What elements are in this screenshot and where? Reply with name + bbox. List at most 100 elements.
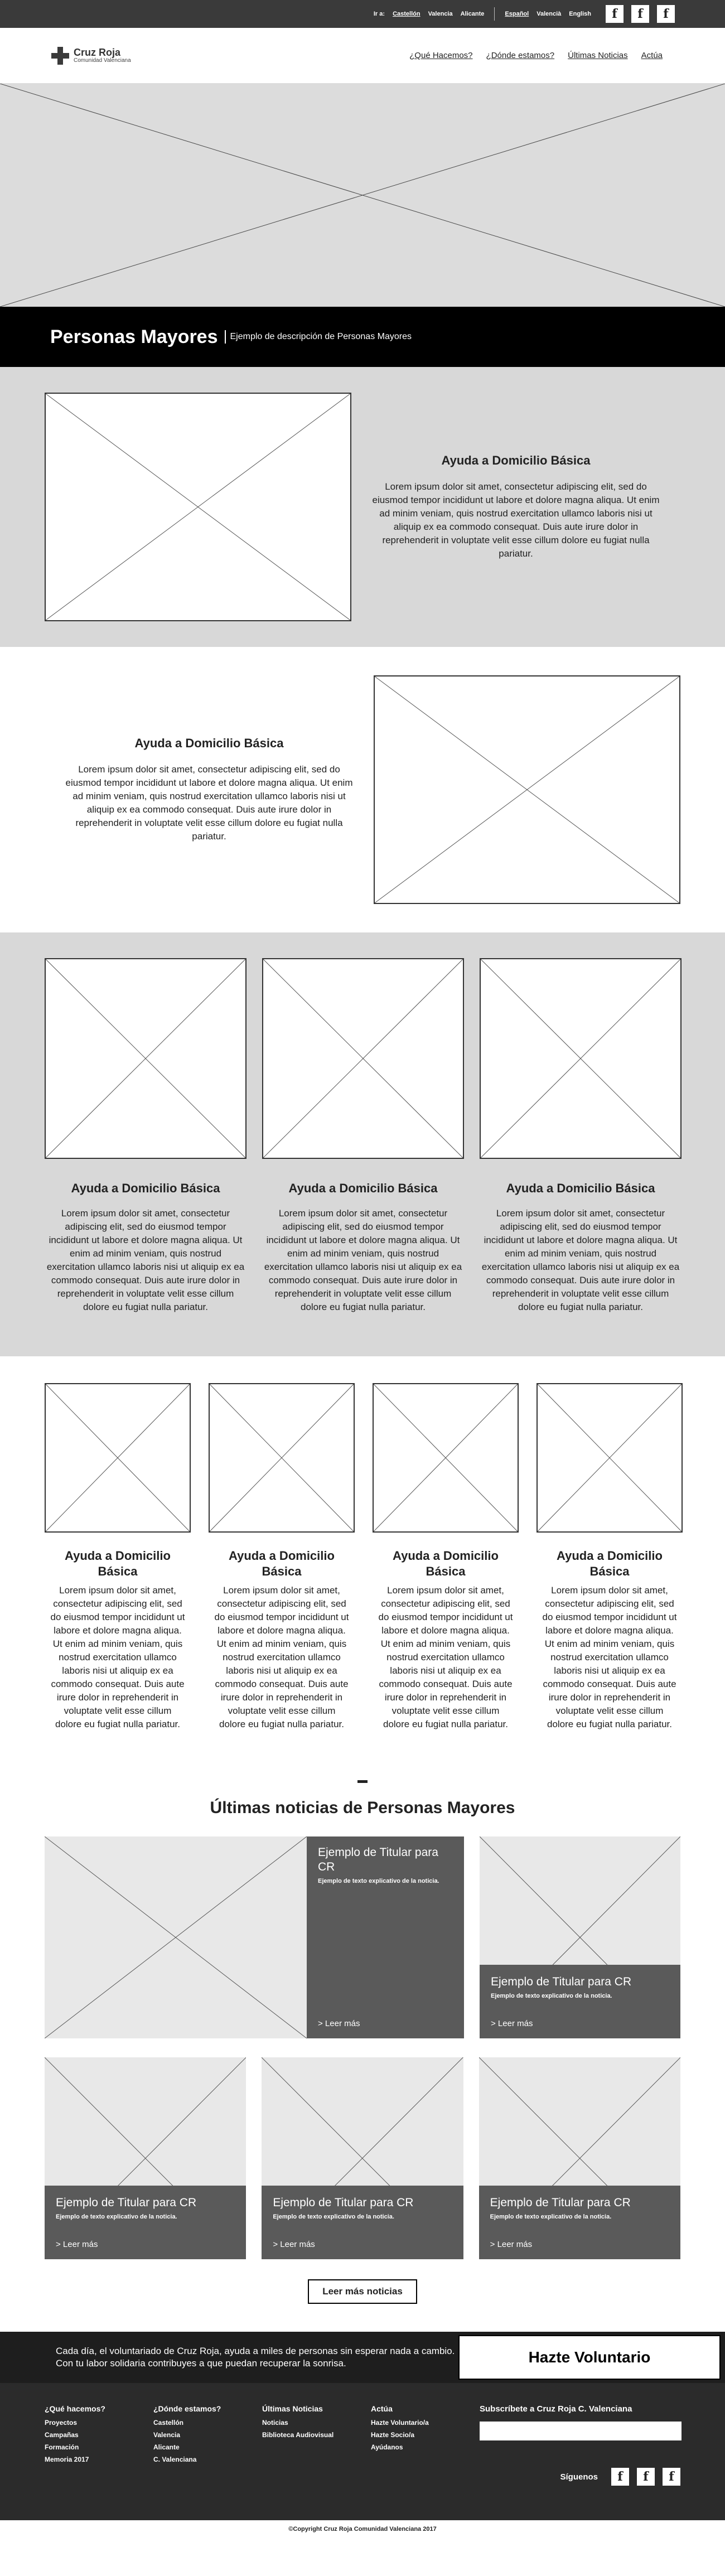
card-title: Ayuda a Domicilio Básica <box>393 1549 499 1578</box>
feature-title: Ayuda a Domicilio Básica <box>441 453 591 467</box>
feature-section-1: Ayuda a Domicilio Básica Lorem ipsum dol… <box>0 367 725 647</box>
footer-link[interactable]: Hazte Voluntario/a <box>371 2416 480 2429</box>
language-links: Español Valencià English <box>505 11 591 17</box>
footer-link[interactable]: C. Valenciana <box>153 2453 262 2466</box>
feature-image-placeholder <box>374 675 680 904</box>
site-logo[interactable]: Cruz Roja Comunidad Valenciana <box>51 46 131 65</box>
three-column-section: Ayuda a Domicilio Básica Lorem ipsum dol… <box>0 932 725 1356</box>
news-card[interactable]: Ejemplo de Titular para CR Ejemplo de te… <box>478 2057 680 2259</box>
news-card[interactable]: Ejemplo de Titular para CR Ejemplo de te… <box>262 2057 463 2259</box>
read-more-link[interactable]: > Leer más <box>56 2240 98 2249</box>
follow-us: Síguenos f f f <box>560 2468 680 2486</box>
footer-link[interactable]: Valencia <box>153 2429 262 2441</box>
feature-body: Lorem ipsum dolor sit amet, consectetur … <box>372 481 660 559</box>
feature-image-placeholder <box>45 393 351 621</box>
lang-link-en[interactable]: English <box>569 11 591 17</box>
news-section: Últimas noticias de Personas Mayores Eje… <box>0 1780 725 2332</box>
footer-link[interactable]: Alicante <box>153 2441 262 2453</box>
footer-column: ¿Qué hacemos? Proyectos Campañas Formaci… <box>45 2404 153 2466</box>
service-card: Ayuda a Domicilio Básica Lorem ipsum dol… <box>373 1383 519 1780</box>
footer-link[interactable]: Memoria 2017 <box>45 2453 153 2466</box>
footer-column: ¿Dónde estamos? Castellón Valencia Alica… <box>153 2404 262 2466</box>
page-description: Ejemplo de descripción de Personas Mayor… <box>230 332 412 341</box>
news-desc: Ejemplo de texto explicativo de la notic… <box>318 1878 439 1884</box>
footer-link[interactable]: Castellón <box>153 2416 262 2429</box>
city-link-valencia[interactable]: Valencia <box>428 11 453 17</box>
service-card: Ayuda a Domicilio Básica Lorem ipsum dol… <box>45 1383 191 1780</box>
footer-link[interactable]: Biblioteca Audiovisual <box>262 2429 371 2441</box>
lang-link-va[interactable]: Valencià <box>536 11 561 17</box>
facebook-icon[interactable]: f <box>663 2468 680 2486</box>
footer-link[interactable]: Noticias <box>262 2416 371 2429</box>
card-body: Lorem ipsum dolor sit amet, consectetur … <box>481 1208 680 1312</box>
city-link-castellon[interactable]: Castellón <box>393 11 420 17</box>
red-cross-icon <box>51 46 69 65</box>
news-card[interactable]: Ejemplo de Titular para CR Ejemplo de te… <box>480 1836 680 2038</box>
facebook-icon[interactable]: f <box>606 5 624 23</box>
card-title: Ayuda a Domicilio Básica <box>557 1549 663 1578</box>
news-desc: Ejemplo de texto explicativo de la notic… <box>491 1993 612 1999</box>
news-heading: Últimas noticias de Personas Mayores <box>210 1799 515 1817</box>
footer-link[interactable]: Formación <box>45 2441 153 2453</box>
footer-heading[interactable]: Actúa <box>371 2404 480 2413</box>
card-title: Ayuda a Domicilio Básica <box>506 1181 655 1195</box>
news-card[interactable]: Ejemplo de Titular para CR Ejemplo de te… <box>45 2057 246 2259</box>
facebook-icon[interactable]: f <box>657 5 675 23</box>
footer-heading[interactable]: Últimas Noticias <box>262 2404 371 2413</box>
news-featured-card[interactable]: Ejemplo de Titular para CR Ejemplo de te… <box>45 1836 464 2038</box>
card-image-placeholder <box>480 958 682 1159</box>
card-image-placeholder <box>262 958 464 1159</box>
logo-title: Cruz Roja <box>74 47 121 58</box>
footer-heading[interactable]: ¿Qué hacemos? <box>45 2404 153 2413</box>
subscribe-email-input[interactable] <box>480 2422 682 2440</box>
page-title-bar: Personas Mayores Ejemplo de descripción … <box>0 307 725 367</box>
more-news-button[interactable]: Leer más noticias <box>308 2279 417 2304</box>
facebook-icon[interactable]: f <box>611 2468 629 2486</box>
footer-link[interactable]: Proyectos <box>45 2416 153 2429</box>
volunteer-button[interactable]: Hazte Voluntario <box>458 2335 721 2380</box>
service-card: Ayuda a Domicilio Básica Lorem ipsum dol… <box>209 1383 355 1780</box>
read-more-link[interactable]: > Leer más <box>318 2019 360 2028</box>
news-title: Ejemplo de Titular para CR <box>56 2196 197 2209</box>
city-link-alicante[interactable]: Alicante <box>461 11 485 17</box>
news-panel: Ejemplo de Titular para CR Ejemplo de te… <box>45 2186 246 2259</box>
read-more-link[interactable]: > Leer más <box>491 2019 533 2028</box>
card-body: Lorem ipsum dolor sit amet, consectetur … <box>46 1208 245 1312</box>
subscribe-block: Subscríbete a Cruz Roja C. Valenciana <box>480 2404 682 2466</box>
card-title: Ayuda a Domicilio Básica <box>71 1181 220 1195</box>
card-title: Ayuda a Domicilio Básica <box>229 1549 335 1578</box>
service-card: Ayuda a Domicilio Básica Lorem ipsum dol… <box>262 958 464 1356</box>
footer-column: Actúa Hazte Voluntario/a Hazte Socio/a A… <box>371 2404 480 2466</box>
hero-image-placeholder <box>0 84 725 307</box>
read-more-link[interactable]: > Leer más <box>490 2240 532 2249</box>
news-panel: Ejemplo de Titular para CR Ejemplo de te… <box>480 1965 680 2038</box>
volunteer-cta: Cada día, el voluntariado de Cruz Roja, … <box>0 2332 725 2383</box>
four-column-section: Ayuda a Domicilio Básica Lorem ipsum dol… <box>0 1356 725 1780</box>
copyright: ©Copyright Cruz Roja Comunidad Valencian… <box>288 2526 437 2532</box>
subscribe-heading: Subscríbete a Cruz Roja C. Valenciana <box>480 2404 632 2414</box>
news-desc: Ejemplo de texto explicativo de la notic… <box>273 2213 394 2220</box>
cta-text-line-1: Cada día, el voluntariado de Cruz Roja, … <box>56 2346 455 2356</box>
news-panel: Ejemplo de Titular para CR Ejemplo de te… <box>307 1836 464 2038</box>
nav-ultimas-noticias[interactable]: Últimas Noticias <box>568 51 628 60</box>
goto-label: Ir a: <box>373 11 385 17</box>
site-footer: ¿Qué hacemos? Proyectos Campañas Formaci… <box>0 2383 725 2520</box>
footer-link[interactable]: Hazte Socio/a <box>371 2429 480 2441</box>
facebook-icon[interactable]: f <box>631 5 649 23</box>
card-image-placeholder <box>45 958 246 1159</box>
news-title: Ejemplo de Titular para CR <box>273 2196 414 2209</box>
title-divider <box>224 330 226 344</box>
card-body: Lorem ipsum dolor sit amet, consectetur … <box>264 1208 462 1312</box>
footer-link[interactable]: Ayúdanos <box>371 2441 480 2453</box>
facebook-icon[interactable]: f <box>637 2468 655 2486</box>
nav-donde-estamos[interactable]: ¿Dónde estamos? <box>486 51 555 60</box>
news-title: Ejemplo de Titular para CR <box>490 2196 631 2209</box>
nav-que-hacemos[interactable]: ¿Qué Hacemos? <box>409 51 472 60</box>
card-body: Lorem ipsum dolor sit amet, consectetur … <box>214 1585 349 1729</box>
read-more-link[interactable]: > Leer más <box>273 2240 315 2249</box>
footer-link[interactable]: Campañas <box>45 2429 153 2441</box>
lang-link-es[interactable]: Español <box>505 11 529 17</box>
nav-actua[interactable]: Actúa <box>641 51 663 60</box>
news-panel: Ejemplo de Titular para CR Ejemplo de te… <box>478 2186 680 2259</box>
footer-heading[interactable]: ¿Dónde estamos? <box>153 2404 262 2413</box>
